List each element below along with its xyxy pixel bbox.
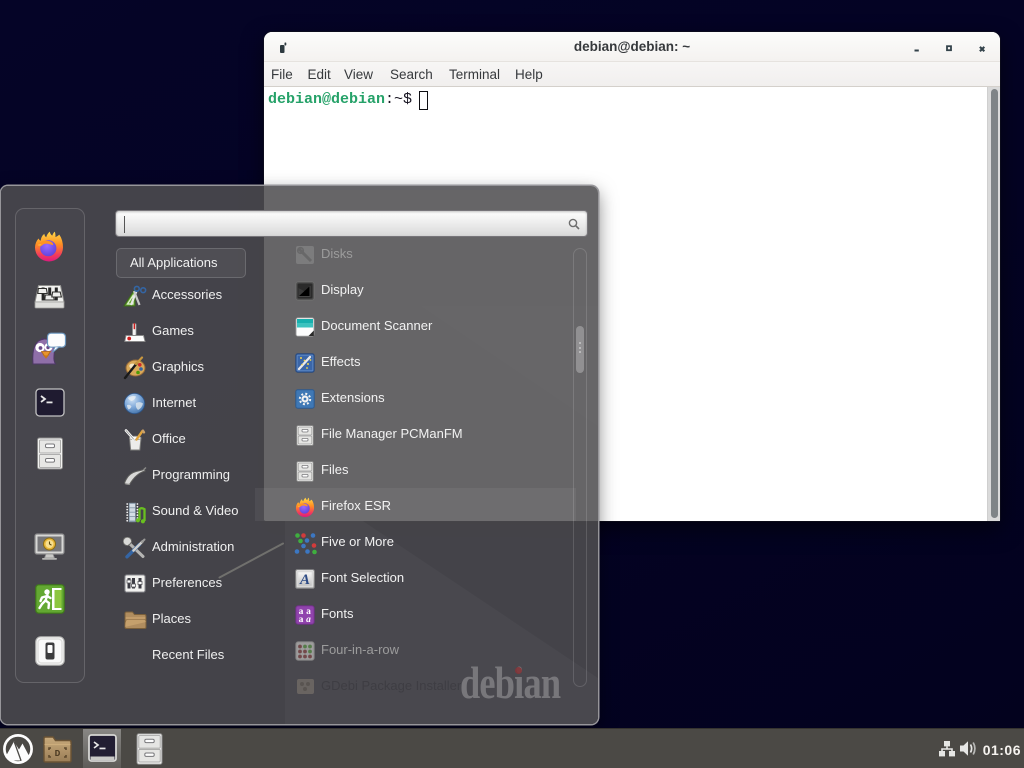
svg-text:D: D xyxy=(55,748,61,759)
svg-text:a: a xyxy=(306,615,311,625)
svg-text:a: a xyxy=(299,615,304,625)
svg-text:A: A xyxy=(299,572,310,588)
